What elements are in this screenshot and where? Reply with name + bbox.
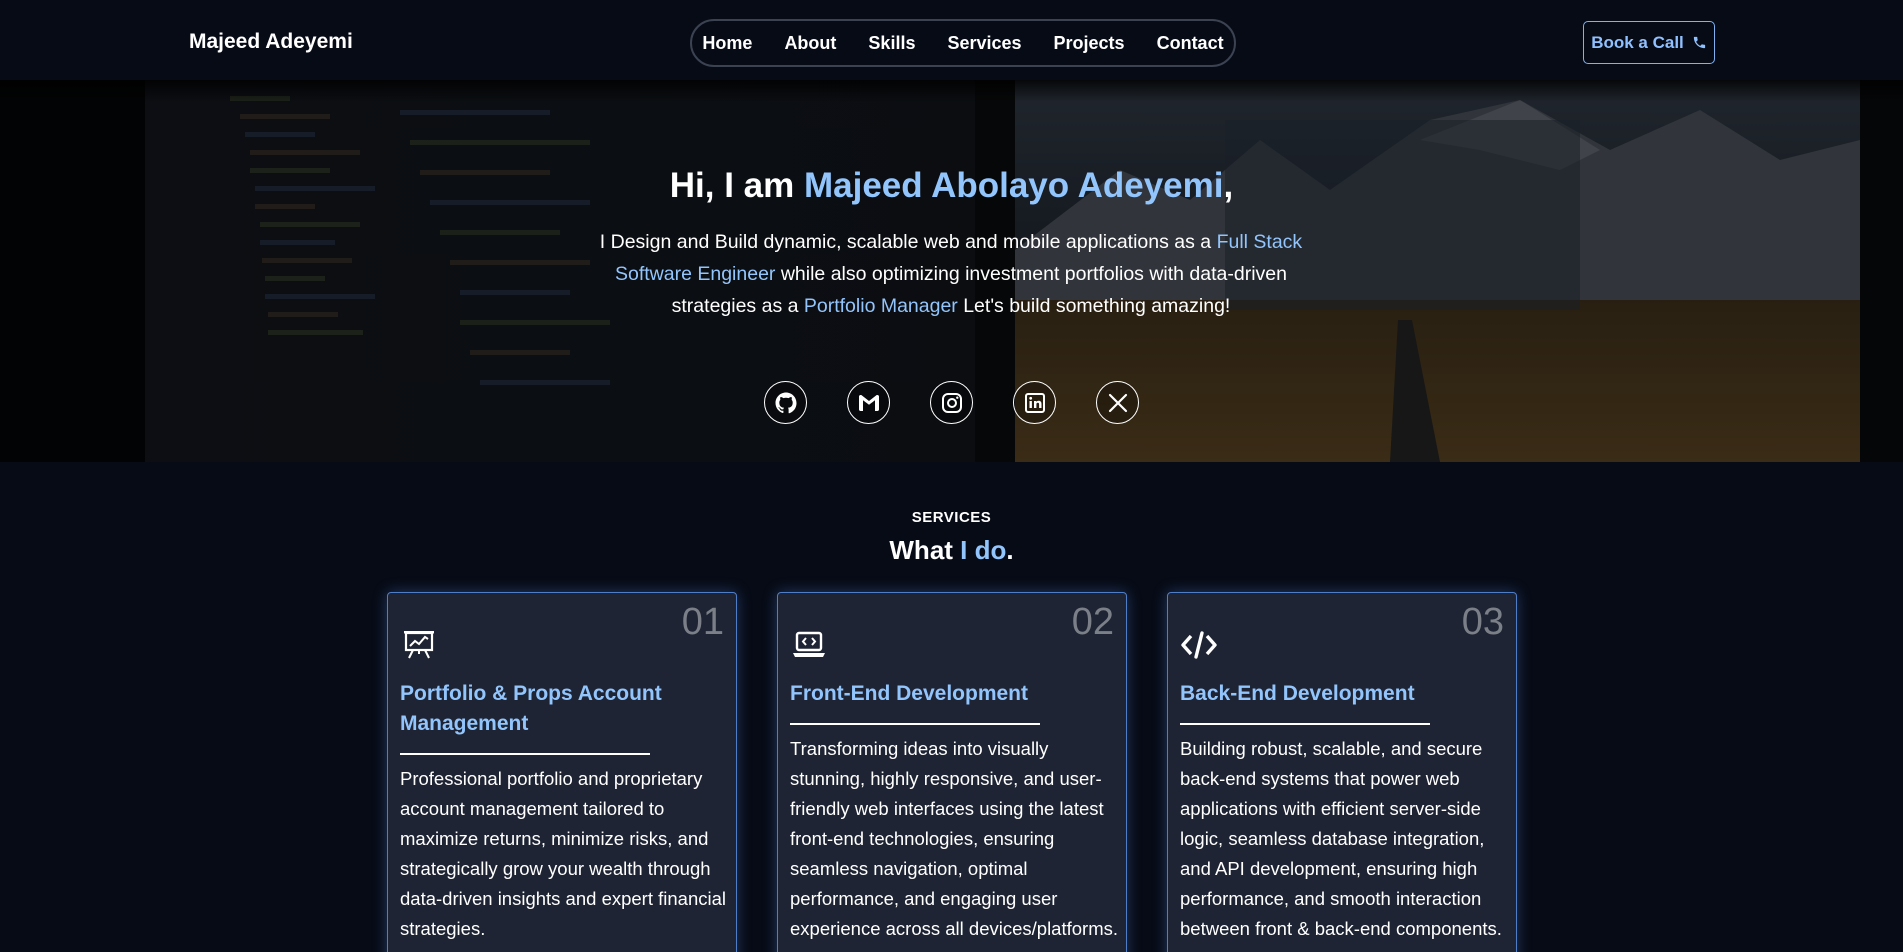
card-description: Professional portfolio and proprietary a… xyxy=(400,768,726,939)
card-title: Portfolio & Props Account Management xyxy=(400,682,662,735)
services-eyebrow: SERVICES xyxy=(911,509,992,526)
nav-home[interactable]: Home xyxy=(686,33,768,54)
services-heading: What I do. xyxy=(0,535,1903,566)
main-nav: Home About Skills Services Projects Cont… xyxy=(690,19,1236,67)
card-description: Building robust, scalable, and secure ba… xyxy=(1180,738,1502,939)
services-title-c: . xyxy=(1006,535,1014,565)
hero-name: Majeed Abolayo Adeyemi xyxy=(804,166,1224,205)
github-link[interactable] xyxy=(764,381,807,424)
card-number: 03 xyxy=(1461,601,1504,643)
card-number: 02 xyxy=(1071,601,1114,643)
instagram-icon xyxy=(941,392,962,413)
hero-role-portfolio: Portfolio Manager xyxy=(803,295,958,317)
services-title-a: What xyxy=(889,535,961,565)
hero-desc-part-3: Let's build something amazing! xyxy=(957,295,1231,317)
x-link[interactable] xyxy=(1096,381,1139,424)
linkedin-link[interactable] xyxy=(1013,381,1056,424)
hero-comma: , xyxy=(1223,166,1234,205)
hero-heading: Hi, I am Majeed Abolayo Adeyemi, xyxy=(0,166,1903,206)
card-title: Back-End Development xyxy=(1180,682,1415,705)
hero-top-shadow xyxy=(0,80,1903,102)
code-brackets-icon xyxy=(1181,631,1217,659)
brand-name[interactable]: Majeed Adeyemi xyxy=(189,30,353,54)
phone-icon xyxy=(1693,36,1705,49)
linkedin-icon xyxy=(1024,392,1045,413)
service-card-backend[interactable]: 03 Back-End Development Building robust,… xyxy=(1167,592,1517,952)
instagram-link[interactable] xyxy=(930,381,973,424)
presentation-chart-icon xyxy=(404,631,434,659)
service-card-frontend[interactable]: 02 Front-End Development Transforming id… xyxy=(777,592,1127,952)
nav-services[interactable]: Services xyxy=(931,33,1037,54)
card-divider xyxy=(400,753,650,755)
gmail-icon xyxy=(858,394,879,411)
gmail-link[interactable] xyxy=(847,381,890,424)
nav-projects[interactable]: Projects xyxy=(1038,33,1141,54)
hero-desc-part-1: I Design and Build dynamic, scalable web… xyxy=(599,231,1217,253)
github-icon xyxy=(775,392,796,413)
x-icon xyxy=(1108,393,1127,412)
top-navbar: Majeed Adeyemi Home About Skills Service… xyxy=(0,0,1903,80)
hero-section: Hi, I am Majeed Abolayo Adeyemi, I Desig… xyxy=(0,80,1903,462)
card-title: Front-End Development xyxy=(790,682,1029,705)
hero-description: I Design and Build dynamic, scalable web… xyxy=(596,226,1306,322)
nav-skills[interactable]: Skills xyxy=(852,33,931,54)
laptop-code-icon xyxy=(793,631,825,657)
social-links xyxy=(0,381,1903,424)
card-divider xyxy=(790,723,1040,725)
nav-about[interactable]: About xyxy=(768,33,852,54)
services-title-b: I do xyxy=(960,535,1007,565)
service-card-portfolio[interactable]: 01 Portfolio & Props Account Management … xyxy=(387,592,737,952)
card-divider xyxy=(1180,723,1430,725)
hero-greeting: Hi, I am xyxy=(669,166,804,205)
nav-contact[interactable]: Contact xyxy=(1141,33,1240,54)
card-number: 01 xyxy=(681,601,724,643)
book-call-button[interactable]: Book a Call xyxy=(1583,21,1715,64)
card-description: Transforming ideas into visually stunnin… xyxy=(790,738,1119,939)
book-call-label: Book a Call xyxy=(1591,32,1684,52)
